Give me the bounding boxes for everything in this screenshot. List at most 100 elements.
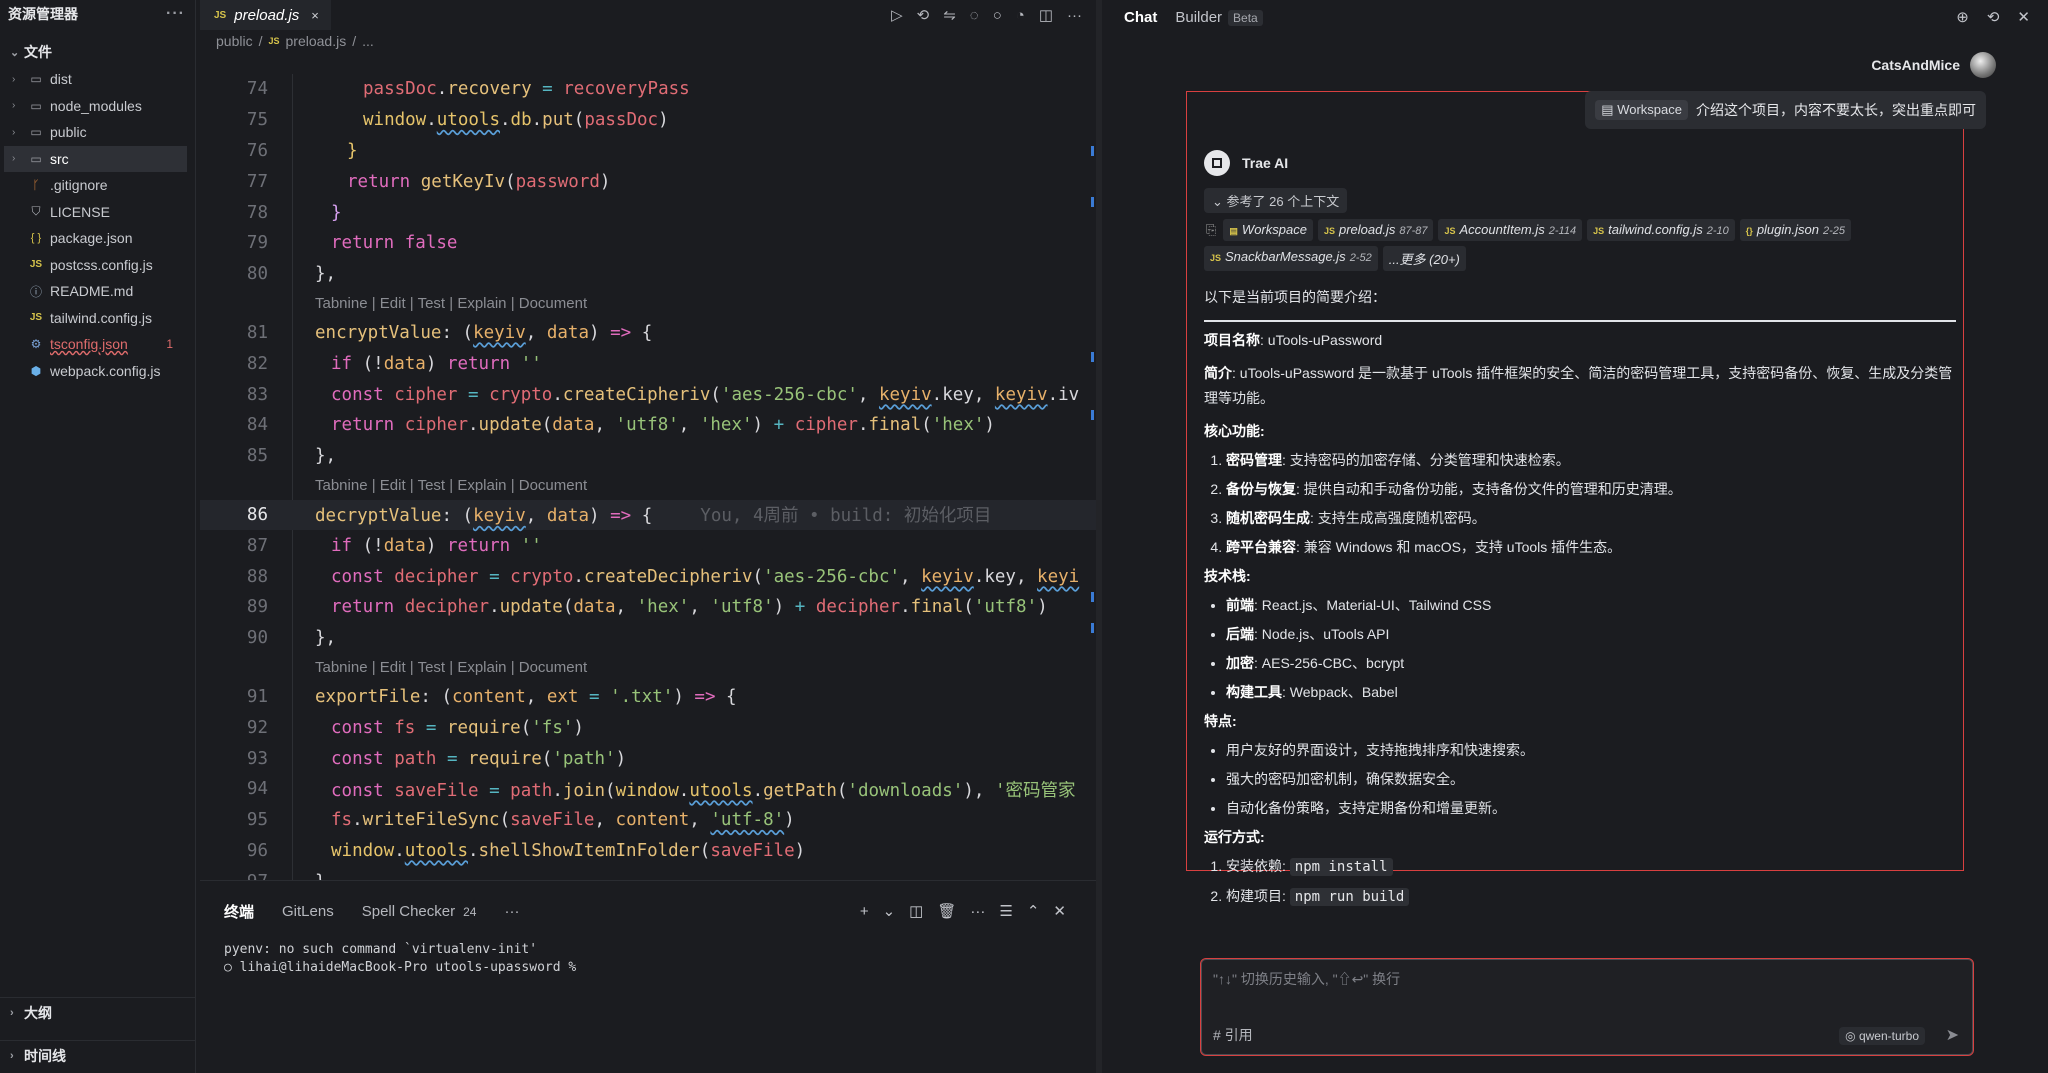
send-icon[interactable]: ➤ [1946, 1025, 1959, 1045]
ref-range: 2-10 [1706, 225, 1729, 237]
tree-item--gitignore[interactable]: ᚴ .gitignore [0, 172, 195, 199]
chevron-down-icon[interactable]: ⌄ [883, 902, 896, 920]
code-line[interactable]: 96 window.utools.shellShowItemInFolder(sa… [200, 836, 1096, 867]
code-line[interactable]: 83 const cipher = crypto.createCipheriv('… [200, 379, 1096, 410]
code-line[interactable]: 82 if (!data) return '' [200, 348, 1096, 379]
tree-item-label: .gitignore [50, 177, 108, 194]
tree-item-label: public [50, 124, 87, 141]
explorer-more-icon[interactable]: ··· [166, 5, 185, 23]
tree-item-readme-md[interactable]: ⓘ README.md [0, 278, 195, 305]
new-chat-icon[interactable]: ⊕ [1956, 8, 1969, 26]
layout-icon[interactable]: ☰ [999, 902, 1012, 920]
tab-preload-js[interactable]: JS preload.js × [200, 0, 331, 30]
workspace-chip-label: Workspace [1617, 102, 1682, 117]
files-section-header[interactable]: ⌄ 文件 [0, 38, 195, 66]
history-icon[interactable]: ⟲ [1987, 8, 2000, 26]
code-line[interactable]: 94 const saveFile = path.join(window.utoo… [200, 774, 1096, 805]
tree-item-src[interactable]: › ▭ src [4, 145, 187, 172]
codelens[interactable]: Tabnine | Edit | Test | Explain | Docume… [200, 472, 1096, 500]
compare-icon[interactable]: ⇋ [943, 6, 956, 24]
tree-item-tailwind-config-js[interactable]: JS tailwind.config.js [0, 305, 195, 332]
add-terminal-icon[interactable]: + [860, 903, 869, 920]
project-brief: 简介: uTools-uPassword 是一款基于 uTools 插件框架的安… [1204, 361, 1956, 411]
maximize-panel-icon[interactable]: ⌃ [1027, 902, 1040, 920]
code-line[interactable]: 80}, [200, 259, 1096, 290]
context-ref-chip[interactable]: {} plugin.json 2-25 [1739, 219, 1851, 241]
tree-item-tsconfig-json[interactable]: ⚙ tsconfig.json 1 [0, 331, 195, 358]
history-icon[interactable]: ⟲ [917, 6, 930, 24]
trash-icon[interactable]: 🗑 [937, 902, 956, 920]
tree-item-public[interactable]: › ▭ public [0, 119, 195, 146]
close-icon[interactable]: ✕ [1053, 902, 1066, 920]
code-line[interactable]: 93 const path = require('path') [200, 743, 1096, 774]
code-line[interactable]: 91 exportFile: (content, ext = '.txt') =>… [200, 682, 1096, 713]
item-text: : AES-256-CBC、bcrypt [1254, 655, 1405, 671]
code-line-current[interactable]: 86 decryptValue: (keyiv, data) => {You, 4… [200, 499, 1096, 531]
close-icon[interactable]: ✕ [2017, 8, 2030, 26]
context-ref-chip[interactable]: JS AccountItem.js 2-114 [1438, 219, 1583, 241]
code-line[interactable]: 84 return cipher.update(data, 'utf8', 'he… [200, 409, 1096, 441]
code-line[interactable]: 88 const decipher = crypto.createDecipher… [200, 561, 1096, 592]
breadcrumb-folder[interactable]: public [216, 33, 253, 49]
context-ref-chip[interactable]: JS tailwind.config.js 2-10 [1587, 219, 1735, 241]
panel-more-icon[interactable]: ··· [504, 903, 519, 920]
split-editor-icon[interactable]: ◫ [1039, 6, 1053, 24]
code-line[interactable]: 95 fs.writeFileSync(saveFile, content, 'u… [200, 805, 1096, 836]
codelens[interactable]: Tabnine | Edit | Test | Explain | Docume… [200, 290, 1096, 318]
list-item: 构建工具: Webpack、Babel [1226, 678, 1956, 707]
tree-item-license[interactable]: ⛉ LICENSE [0, 199, 195, 226]
code-line[interactable]: 81 encryptValue: (keyiv, data) => { [200, 318, 1096, 349]
code-line[interactable]: 76} [200, 136, 1096, 167]
tab-gitlens[interactable]: GitLens [282, 903, 334, 920]
item-label: 随机密码生成 [1226, 510, 1310, 526]
code-line[interactable]: 85}, [200, 441, 1096, 472]
context-ref-chip[interactable]: ...更多 (20+) [1382, 246, 1466, 271]
code-area[interactable]: 74 passDoc.recovery = recoveryPass 75 wind… [200, 74, 1096, 880]
code-line[interactable]: 79 return false [200, 228, 1096, 259]
code-line[interactable]: 74 passDoc.recovery = recoveryPass [200, 74, 1096, 105]
context-ref-chip[interactable]: JS preload.js 87-87 [1317, 219, 1434, 241]
context-ref-chip[interactable]: ▤ Workspace [1223, 219, 1313, 241]
next-change-icon[interactable]: ○ [993, 7, 1002, 24]
tree-item-postcss-config-js[interactable]: JS postcss.config.js [0, 252, 195, 279]
codelens[interactable]: Tabnine | Edit | Test | Explain | Docume… [200, 654, 1096, 682]
tab-spell-checker[interactable]: Spell Checker 24 [362, 903, 477, 920]
terminal-line: pyenv: no such command `virtualenv-init' [224, 942, 538, 957]
code-line[interactable]: 75 window.utools.db.put(passDoc) [200, 105, 1096, 136]
outline-section[interactable]: › 大纲 [0, 997, 195, 1027]
code-line[interactable]: 87 if (!data) return '' [200, 530, 1096, 561]
context-toggle[interactable]: ⌄ 参考了 26 个上下文 [1204, 188, 1348, 213]
git-commit-icon[interactable]: ◔ [1016, 7, 1025, 24]
model-selector[interactable]: ◎ qwen-turbo [1839, 1027, 1925, 1045]
close-icon[interactable]: × [311, 8, 319, 23]
breadcrumb-file[interactable]: preload.js [286, 33, 347, 49]
code-line[interactable]: 78} [200, 197, 1096, 228]
tab-chat[interactable]: Chat [1124, 9, 1157, 26]
tree-item-package-json[interactable]: { } package.json [0, 225, 195, 252]
run-icon[interactable]: ▷ [891, 6, 903, 24]
tree-item-dist[interactable]: › ▭ dist [0, 66, 195, 93]
context-ref-chip[interactable]: JS SnackbarMessage.js 2-52 [1204, 246, 1378, 271]
tab-builder[interactable]: Builder Beta [1175, 9, 1263, 26]
previous-change-icon[interactable]: ◌ [970, 7, 979, 24]
more-actions-icon[interactable]: ··· [1067, 7, 1082, 24]
breadcrumb-symbol[interactable]: ... [362, 33, 374, 49]
ai-name: Trae AI [1242, 155, 1289, 171]
split-terminal-icon[interactable]: ◫ [909, 902, 923, 920]
code-line[interactable]: 89 return decipher.update(data, 'hex', 'u… [200, 591, 1096, 623]
tab-terminal[interactable]: 终端 [224, 901, 254, 922]
error-count-badge: 1 [166, 337, 173, 352]
cite-button[interactable]: # 引用 [1213, 1025, 1253, 1045]
tree-item-webpack-config-js[interactable]: ⬢ webpack.config.js [0, 358, 195, 385]
tree-item-node-modules[interactable]: › ▭ node_modules [0, 93, 195, 120]
code-line[interactable]: 77 return getKeyIv(password) [200, 166, 1096, 197]
chat-input[interactable]: "↑↓" 切换历史输入, "⇧↩" 换行 # 引用 ◎ qwen-turbo ➤ [1200, 958, 1974, 1056]
timeline-section[interactable]: › 时间线 [0, 1040, 195, 1070]
chevron-right-icon: › [12, 73, 16, 85]
terminal-output[interactable]: pyenv: no such command `virtualenv-init'… [200, 941, 1096, 977]
more-icon[interactable]: ··· [970, 903, 985, 920]
code-line[interactable]: 97}, [200, 866, 1096, 880]
code-line[interactable]: 92 const fs = require('fs') [200, 712, 1096, 743]
explorer-title: 资源管理器 [8, 6, 78, 22]
code-line[interactable]: 90}, [200, 622, 1096, 654]
